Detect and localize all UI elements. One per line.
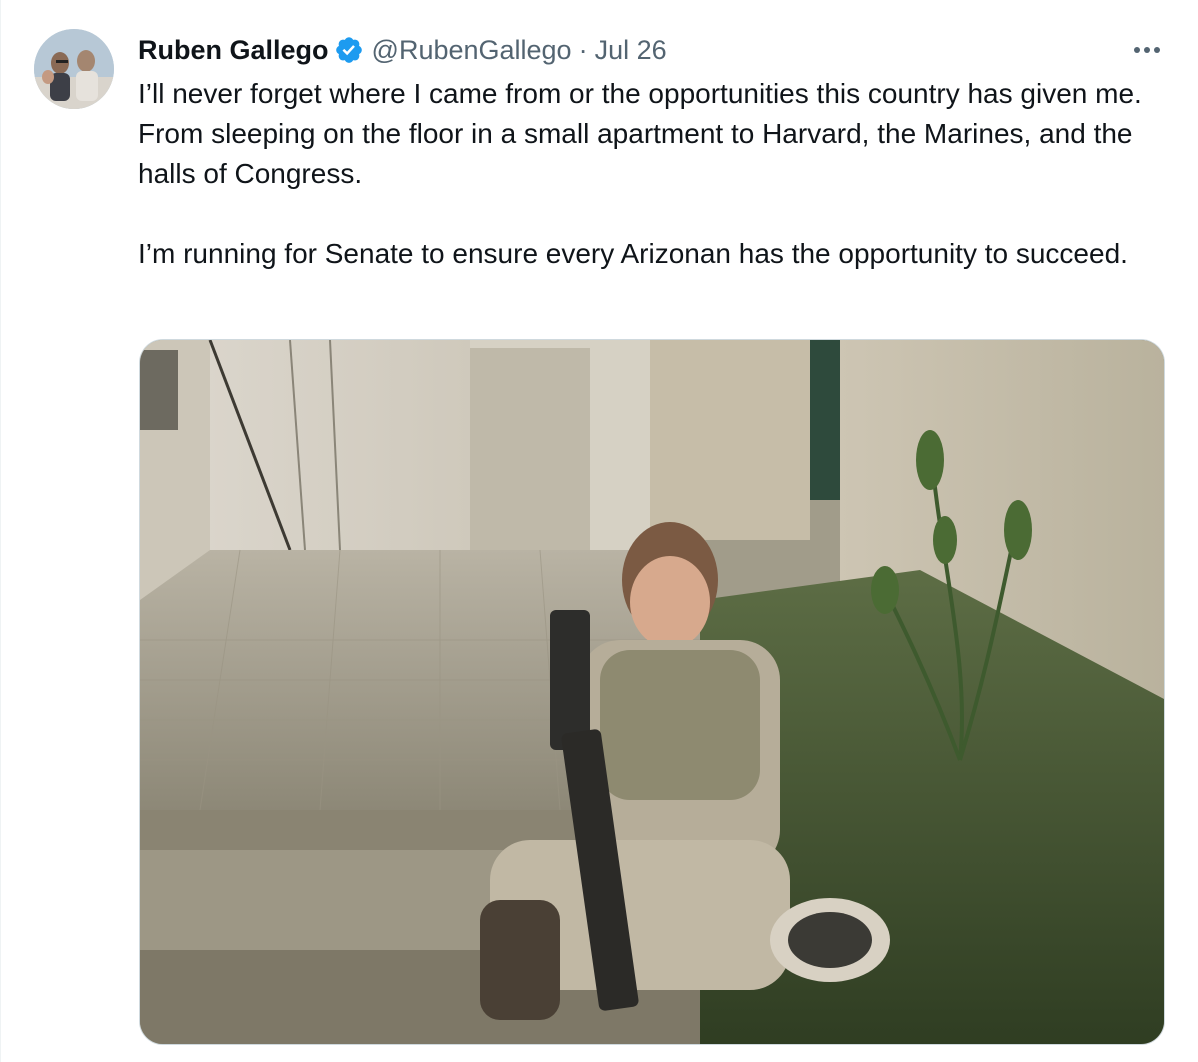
tweet-paragraph: I’ll never forget where I came from or t… xyxy=(138,78,1142,189)
more-horizontal-icon xyxy=(1134,47,1160,53)
tweet-date[interactable]: Jul 26 xyxy=(595,30,667,70)
separator-dot: · xyxy=(578,35,588,65)
author-avatar[interactable] xyxy=(34,29,114,109)
author-name[interactable]: Ruben Gallego xyxy=(138,30,329,70)
avatar-photo xyxy=(34,29,114,109)
tweet-paragraph: I’m running for Senate to ensure every A… xyxy=(138,238,1128,269)
tweet-card[interactable]: Ruben Gallego @RubenGallego · Jul 26 I’l… xyxy=(0,0,1198,1062)
author-handle[interactable]: @RubenGallego xyxy=(372,30,572,70)
verified-badge-icon[interactable] xyxy=(334,35,364,65)
tweet-header: Ruben Gallego @RubenGallego · Jul 26 xyxy=(138,30,667,70)
tweet-text: I’ll never forget where I came from or t… xyxy=(138,74,1168,274)
more-button[interactable] xyxy=(1123,30,1171,70)
photo-soldier-courtyard xyxy=(140,340,1164,1044)
tweet-photo[interactable] xyxy=(139,339,1165,1045)
